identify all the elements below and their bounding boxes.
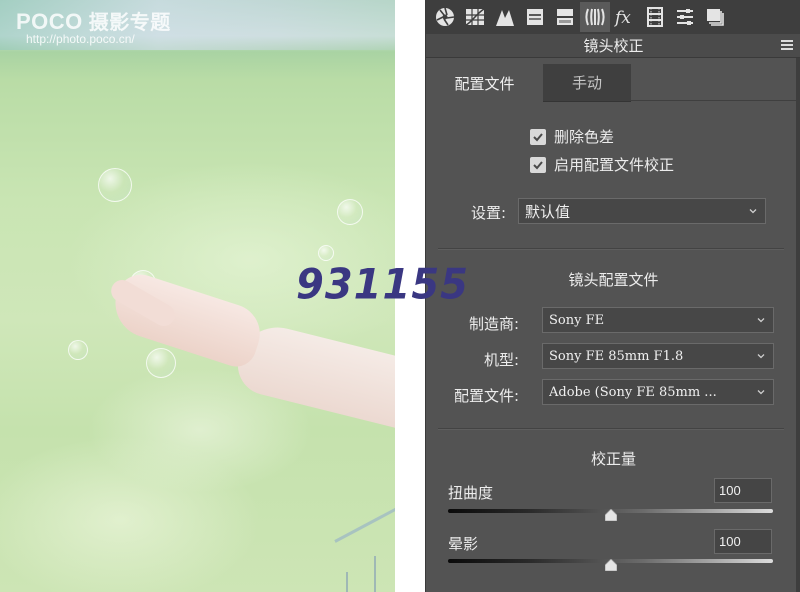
- panel-title: 镜头校正: [583, 37, 644, 55]
- bubble: [337, 199, 363, 225]
- chevron-down-icon: [757, 390, 765, 395]
- tabs-divider: [631, 100, 800, 101]
- profile-value: Adobe (Sony FE 85mm ...: [549, 384, 717, 400]
- distortion-input[interactable]: 100: [714, 478, 772, 503]
- enable-profile-corrections-row: 启用配置文件校正: [530, 154, 674, 175]
- tab-split-toning[interactable]: [550, 2, 580, 32]
- chevron-down-icon: [749, 209, 757, 214]
- tab-manual[interactable]: 手动: [543, 64, 631, 102]
- profile-manual-tabs: 配置文件 手动: [426, 64, 800, 102]
- detail-icon: [496, 10, 514, 26]
- lens-correction-panel: fx 镜头校正 配置文件 手动 删除色差 启用配置文件校正 设置: 默认值 镜头…: [425, 0, 800, 592]
- bubble: [98, 168, 132, 202]
- split-toning-icon: [557, 9, 573, 25]
- section-divider: [438, 428, 784, 430]
- model-select[interactable]: Sony FE 85mm F1.8: [542, 343, 774, 369]
- lens-profile-title: 镜头配置文件: [568, 271, 659, 289]
- tab-presets[interactable]: [670, 2, 700, 32]
- remove-chromatic-aberration-checkbox[interactable]: [530, 128, 546, 145]
- watermark-brand: POCO: [16, 9, 83, 34]
- remove-chromatic-aberration-label: 删除色差: [554, 128, 615, 146]
- setup-label: 设置:: [470, 204, 506, 222]
- vignetting-input[interactable]: 100: [714, 529, 772, 554]
- remove-chromatic-aberration-row: 删除色差: [530, 126, 614, 147]
- setup-value: 默认值: [525, 202, 571, 221]
- panel-menu-icon[interactable]: [781, 40, 793, 51]
- tab-detail[interactable]: [490, 2, 520, 32]
- distortion-slider[interactable]: [448, 509, 773, 521]
- amount-title: 校正量: [590, 450, 636, 468]
- enable-profile-corrections-checkbox[interactable]: [530, 156, 546, 173]
- overlay-number: 931155: [296, 260, 469, 310]
- tab-basic[interactable]: [430, 2, 460, 32]
- lens-correction-icon: [585, 8, 605, 26]
- panel-toolbar: fx: [426, 0, 800, 34]
- bubble: [68, 340, 88, 360]
- enable-profile-corrections-label: 启用配置文件校正: [554, 156, 675, 174]
- bubble: [318, 245, 334, 261]
- aperture-icon: [436, 7, 455, 26]
- watermark-url: http://photo.poco.cn/: [26, 32, 135, 46]
- section-divider: [438, 248, 784, 250]
- svg-text:fx: fx: [614, 8, 631, 28]
- setup-select[interactable]: 默认值: [518, 198, 766, 224]
- tab-lens-corrections[interactable]: [580, 2, 610, 32]
- profile-select[interactable]: Adobe (Sony FE 85mm ...: [542, 379, 774, 405]
- make-label: 制造商:: [468, 315, 519, 333]
- railing-post: [374, 556, 376, 592]
- vignetting-slider[interactable]: [448, 559, 773, 571]
- tone-curve-icon: [465, 8, 485, 26]
- distortion-label: 扭曲度: [448, 484, 494, 502]
- railing-post: [346, 572, 348, 592]
- presets-icon: [677, 9, 693, 25]
- hsl-icon: [527, 9, 543, 25]
- watermark-brand-cn: 摄影专题: [88, 12, 171, 34]
- vignetting-slider-thumb[interactable]: [604, 559, 617, 571]
- make-select[interactable]: Sony FE: [542, 307, 774, 333]
- chevron-down-icon: [757, 354, 765, 359]
- chevron-down-icon: [757, 318, 765, 323]
- tab-camera-calibration[interactable]: [640, 2, 670, 32]
- tab-hsl[interactable]: [520, 2, 550, 32]
- tab-snapshots[interactable]: [700, 2, 730, 32]
- checkmark-icon: [533, 160, 543, 169]
- panel-scrollbar[interactable]: [796, 58, 800, 592]
- snapshots-icon: [707, 9, 724, 26]
- model-value: Sony FE 85mm F1.8: [549, 348, 684, 364]
- checkmark-icon: [533, 132, 543, 141]
- model-label: 机型:: [483, 351, 519, 369]
- bubble: [146, 348, 176, 378]
- camera-calibration-icon: [647, 7, 663, 27]
- railing: [334, 502, 395, 543]
- tab-effects[interactable]: fx: [610, 2, 640, 32]
- tab-profile[interactable]: 配置文件: [426, 64, 543, 102]
- profile-label: 配置文件:: [453, 387, 519, 405]
- distortion-slider-thumb[interactable]: [604, 509, 617, 521]
- panel-header: 镜头校正: [426, 34, 800, 58]
- watermark-logo: POCO 摄影专题: [16, 6, 171, 35]
- make-value: Sony FE: [549, 312, 605, 328]
- tab-tone-curve[interactable]: [460, 2, 490, 32]
- vignetting-label: 晕影: [448, 535, 479, 553]
- fx-icon: fx: [614, 8, 631, 28]
